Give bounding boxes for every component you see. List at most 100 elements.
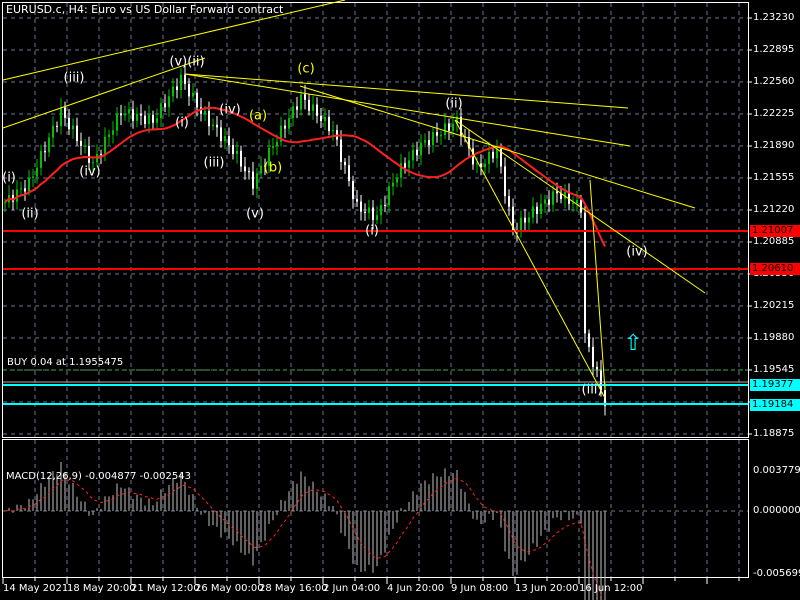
candle-body — [420, 142, 422, 156]
candle-body — [216, 124, 218, 128]
candle-body — [44, 150, 46, 153]
price-axis-label: 1.22560 — [753, 76, 795, 87]
candle-body — [596, 366, 598, 370]
price-tag-cyan-2: 1.19184 — [750, 399, 800, 411]
candle-body — [544, 199, 546, 204]
macd-label: MACD(12,26,9) -0.004877 -0.002543 — [6, 471, 191, 482]
candle-body — [144, 115, 146, 125]
trend-line — [299, 85, 696, 209]
candle-body — [172, 86, 174, 97]
candle-body — [156, 118, 158, 123]
candle-body — [536, 206, 538, 214]
wave-label: (c) — [297, 61, 315, 77]
price-axis-label: 1.20885 — [753, 236, 795, 247]
candle-body — [140, 113, 142, 116]
price-axis-label: 1.21220 — [753, 204, 795, 215]
candle-body — [416, 149, 418, 156]
price-tag-red-1: 1.21007 — [750, 225, 800, 237]
wave-label: (b) — [263, 160, 283, 176]
candle-body — [232, 145, 234, 155]
candle-body — [352, 180, 354, 200]
wave-label: (i) — [2, 170, 16, 186]
candle-body — [552, 191, 554, 205]
candle-body — [84, 145, 86, 147]
candle-body — [32, 176, 34, 178]
candle-body — [588, 333, 590, 347]
candle-body — [592, 346, 594, 367]
candle-body — [356, 199, 358, 202]
candle-body — [304, 94, 306, 100]
wave-label: (i) — [175, 115, 189, 131]
candle-body — [388, 186, 390, 206]
time-axis-label: 2 Jun 04:00 — [323, 583, 381, 594]
price-axis-label: 1.19880 — [753, 332, 795, 343]
candle-body — [492, 151, 494, 159]
candle-body — [532, 206, 534, 218]
candle-body — [136, 113, 138, 121]
candle-body — [212, 124, 214, 127]
candle-body — [196, 92, 198, 108]
candle-body — [188, 83, 190, 97]
candle-body — [184, 74, 186, 84]
candle-body — [68, 117, 70, 130]
candle-body — [56, 125, 58, 127]
candle-body — [228, 136, 230, 146]
trend-line — [184, 73, 629, 109]
candle-body — [436, 132, 438, 136]
candle-body — [52, 125, 54, 138]
macd-axis-max: 0.003779 — [753, 465, 800, 476]
candle-body — [376, 215, 378, 220]
wave-label: (iv) — [219, 102, 241, 118]
candle-body — [192, 92, 194, 97]
candle-body — [380, 204, 382, 216]
candle-body — [540, 203, 542, 214]
candle-body — [272, 145, 274, 148]
candle-body — [424, 140, 426, 143]
candle-body — [488, 151, 490, 164]
candle-body — [160, 103, 162, 119]
candle-body — [64, 107, 66, 118]
price-axis-label: 1.23230 — [753, 12, 795, 23]
price-axis-label: 1.18875 — [753, 428, 795, 439]
candle-body — [16, 189, 18, 202]
candle-body — [364, 211, 366, 213]
candle-body — [284, 125, 286, 129]
candle-body — [428, 140, 430, 146]
candle-body — [308, 99, 310, 111]
candle-body — [92, 162, 94, 164]
time-axis-label: 4 Jun 20:00 — [387, 583, 445, 594]
chart-window[interactable]: EURUSD.c, H4: Euro vs US Dollar Forward … — [0, 0, 800, 600]
wave-label: (a) — [248, 108, 268, 124]
candle-body — [448, 123, 450, 131]
candle-body — [576, 200, 578, 204]
wave-label: (iv) — [79, 164, 101, 180]
time-axis-label: 18 May 20:00 — [67, 583, 136, 594]
candle-body — [452, 123, 454, 131]
candle-body — [120, 113, 122, 116]
candle-body — [288, 118, 290, 129]
wave-label: (iii) — [581, 382, 603, 398]
candle-body — [80, 140, 82, 147]
candle-body — [20, 188, 22, 190]
candle-body — [244, 166, 246, 172]
time-axis-label: 14 May 2021 — [3, 583, 69, 594]
candle-body — [132, 109, 134, 121]
candle-body — [224, 136, 226, 142]
candle-body — [256, 173, 258, 189]
order-label: BUY 0.04 at 1.1955475 — [7, 357, 124, 368]
candle-body — [152, 114, 154, 123]
time-axis-label: 9 Jun 08:00 — [451, 583, 509, 594]
candle-body — [240, 150, 242, 167]
macd-pane-frame — [2, 439, 749, 578]
price-axis-label: 1.20215 — [753, 300, 795, 311]
candle-body — [444, 123, 446, 136]
price-chart[interactable] — [0, 0, 800, 600]
candle-body — [312, 104, 314, 111]
wave-label: (i) — [365, 223, 379, 239]
candle-body — [360, 201, 362, 212]
chart-title: EURUSD.c, H4: Euro vs US Dollar Forward … — [6, 3, 284, 16]
candle-body — [112, 130, 114, 135]
candle-body — [128, 109, 130, 114]
candle-body — [460, 116, 462, 137]
candle-body — [148, 114, 150, 125]
